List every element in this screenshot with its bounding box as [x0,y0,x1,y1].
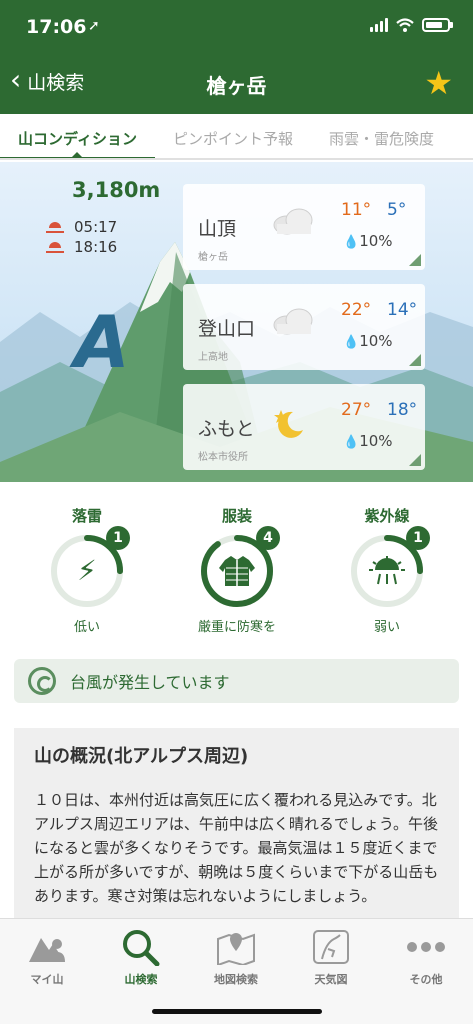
status-indicators [370,18,453,32]
tab-label: ピンポイント予報 [172,130,293,148]
star-icon: ★ [424,64,453,102]
gauge-status: 厳重に防寒を [197,620,276,635]
temp-low: 18° [387,400,418,420]
map-icon [189,927,283,967]
gauge-title: 紫外線 [364,507,410,525]
forecast-card-trailhead[interactable]: 登山口 上高地 22° 14° 💧10% [183,284,425,370]
gauge-ring: 1 [348,526,430,610]
tab-bar-top: 山コンディション ピンポイント予報 雨雲・雷危険度 [0,114,473,160]
my-mountain-icon [0,927,94,967]
typhoon-alert-banner[interactable]: 台風が発生しています [14,659,459,703]
forecast-name: 山頂 [198,218,237,240]
sunrise-row: 05:17 [46,218,117,236]
battery-icon [422,18,453,32]
forecast-name: ふもと [198,418,255,440]
gauge-status: 低い [73,620,100,635]
forecast-name: 登山口 [198,318,256,340]
gauge-title: 服装 [221,507,252,525]
location-arrow-icon: ➚ [88,18,100,34]
gauge-lightning[interactable]: 落雷 ⚡ 1 低い [32,505,142,635]
temp-low: 14° [387,300,418,320]
gauge-ring: 4 [198,526,280,610]
favorite-star-button[interactable]: ★ [424,64,453,102]
tab-label: 天気図 [314,973,348,986]
tab-label: 地図検索 [214,973,258,986]
grade-letter: A [74,300,130,384]
condition-gauges: 落雷 ⚡ 1 低い 服装 4 厳重に防寒を 紫外線 1 弱い [0,505,473,635]
mountain-overview: 山の概況(北アルプス周辺) １０日は、本州付近は高気圧に広く覆われる見込みです。… [14,728,459,928]
overview-title: 山の概況(北アルプス周辺) [34,746,249,767]
tab-label: その他 [409,973,443,986]
status-time: 17:06 [26,16,87,38]
forecast-card-foothill[interactable]: ふもと 松本市役所 27° 18° 💧10% [183,384,425,470]
tabbar-my-mountain[interactable]: マイ山 [0,927,94,987]
temp-high: 27° [341,400,372,420]
rain-value: 10% [359,332,393,350]
tab-label: マイ山 [30,973,64,986]
raindrop-icon: 💧 [343,335,360,350]
rain-chance: 💧10% [343,332,393,350]
more-icon [379,927,473,967]
rain-chance: 💧10% [343,232,393,250]
weather-map-icon [284,927,378,967]
gauge-title: 落雷 [71,507,102,525]
rain-value: 10% [359,432,393,450]
forecast-card-summit[interactable]: 山頂 槍ヶ岳 11° 5° 💧10% [183,184,425,270]
sunset-time: 18:16 [74,238,118,256]
forecast-sub: 槍ヶ岳 [198,252,228,263]
gauge-level-badge: 4 [256,526,280,550]
sunrise-time: 05:17 [74,218,118,236]
gauge-status: 弱い [373,620,400,635]
alert-text: 台風が発生しています [70,673,230,692]
tab-mountain-condition[interactable]: 山コンディション [0,114,155,158]
search-icon [94,927,188,967]
typhoon-icon [28,667,56,695]
tab-label: 山検索 [124,973,158,986]
raindrop-icon: 💧 [343,235,360,250]
header: 17:06 ➚ ‹ 山検索 槍ヶ岳 ★ [0,0,473,114]
tabbar-map-search[interactable]: 地図検索 [189,927,283,987]
gauge-level-badge: 1 [106,526,130,550]
card-corner-icon [409,354,421,366]
card-corner-icon [409,254,421,266]
sunset-row: 18:16 [46,238,117,256]
mountain-hero: 3,180m 05:17 18:16 A 山頂 槍ヶ岳 11° 5° 💧10% … [0,162,473,482]
tab-label: 山コンディション [18,130,137,148]
tabbar-more[interactable]: その他 [379,927,473,987]
card-corner-icon [409,454,421,466]
forecast-sub: 上高地 [198,352,228,363]
tab-pinpoint-forecast[interactable]: ピンポイント予報 [155,114,311,158]
status-bar: 17:06 ➚ [0,14,473,44]
temp-low: 5° [387,200,407,220]
gauge-uv[interactable]: 紫外線 1 弱い [332,505,442,635]
home-indicator [152,1009,322,1014]
tabbar-weather-map[interactable]: 天気図 [284,927,378,987]
wifi-icon [396,18,414,32]
cellular-signal-icon [370,18,388,32]
overview-body: １０日は、本州付近は高気圧に広く覆われる見込みです。北アルプス周辺エリアは、午前… [34,791,439,905]
raindrop-icon: 💧 [343,435,360,450]
gauge-clothing[interactable]: 服装 4 厳重に防寒を [182,505,292,635]
elevation: 3,180m [72,178,161,202]
rain-value: 10% [359,232,393,250]
nav-bar: ‹ 山検索 槍ヶ岳 ★ [0,62,473,106]
temp-high: 11° [341,200,372,220]
sunrise-icon [46,220,64,234]
sunset-icon [46,240,64,254]
tabbar-search[interactable]: 山検索 [94,927,188,987]
page-title: 槍ヶ岳 [206,74,267,98]
gauge-ring: ⚡ 1 [48,526,130,610]
forecast-sub: 松本市役所 [198,452,248,463]
rain-chance: 💧10% [343,432,393,450]
tab-rain-thunder-risk[interactable]: 雨雲・雷危険度 [311,114,452,158]
temp-high: 22° [341,300,372,320]
tab-label: 雨雲・雷危険度 [328,130,434,148]
gauge-level-badge: 1 [406,526,430,550]
